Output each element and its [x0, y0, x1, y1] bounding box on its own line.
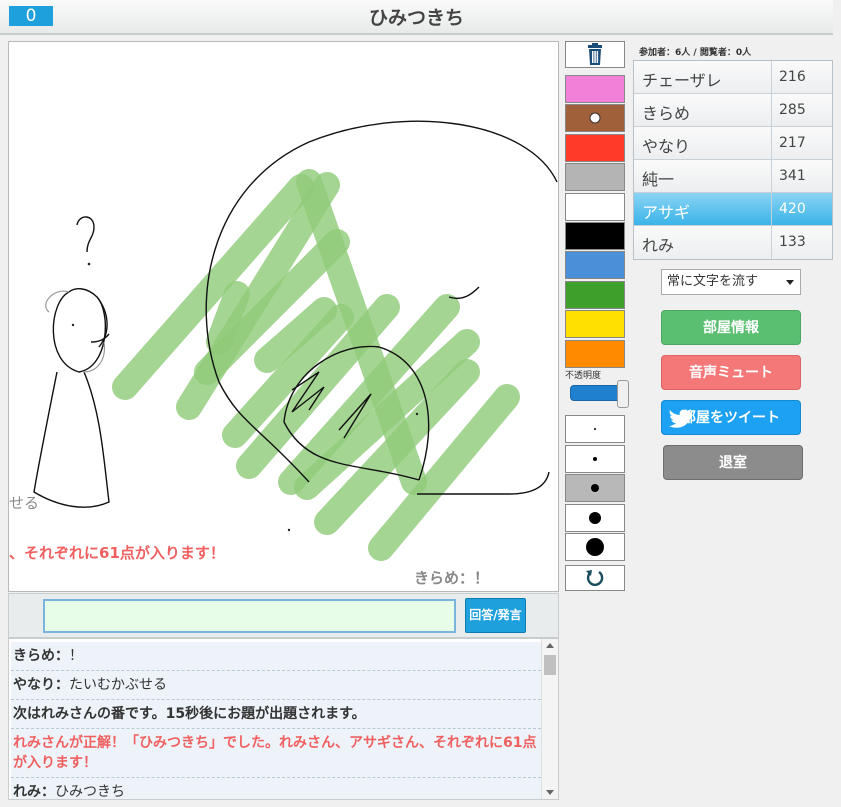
player-score: 217: [771, 127, 833, 160]
color-swatch[interactable]: [565, 310, 625, 339]
player-score: 341: [771, 160, 833, 193]
color-swatch[interactable]: [565, 75, 625, 103]
color-swatch[interactable]: [565, 163, 625, 192]
player-name: チェーザレ: [642, 71, 722, 90]
player-name: アサギ: [642, 203, 691, 222]
chat-system-message: 次はれみさんの番です。15秒後にお題が出題されます。: [11, 700, 541, 729]
player-name: れみ: [642, 236, 675, 255]
trash-icon: [588, 43, 602, 65]
room-info-button[interactable]: 部屋情報: [661, 310, 801, 345]
brush-dot-icon: [591, 484, 599, 492]
header-bar: 0 ひみつきち: [0, 0, 833, 35]
player-row: やなり 217: [634, 127, 832, 160]
color-swatch[interactable]: [565, 339, 625, 368]
tweet-room-button[interactable]: 部屋をツイート: [661, 400, 801, 435]
canvas-drawing: [33, 120, 558, 561]
scroll-thumb[interactable]: [544, 655, 556, 675]
player-score: 133: [771, 226, 833, 259]
answer-input[interactable]: [43, 599, 456, 633]
player-row: アサギ 420: [634, 193, 832, 226]
exit-room-button[interactable]: 退室: [663, 445, 803, 480]
player-row: チェーザレ 216: [634, 61, 832, 94]
color-swatch[interactable]: [565, 133, 625, 162]
scroll-up-arrow-icon[interactable]: [546, 643, 554, 648]
text-flow-select[interactable]: 常に文字を流す: [661, 269, 801, 295]
brush-dot-icon: [594, 428, 596, 430]
opacity-slider-thumb[interactable]: [617, 380, 629, 408]
chevron-down-icon: [786, 280, 794, 285]
color-swatch[interactable]: [565, 192, 625, 221]
tweet-room-label: 部屋をツイート: [682, 410, 780, 426]
answer-submit-button[interactable]: 回答/発言: [465, 598, 526, 633]
player-name: やなり: [642, 137, 691, 156]
player-score: 216: [771, 61, 833, 94]
player-name: 純一: [642, 170, 675, 189]
color-swatch[interactable]: [565, 280, 625, 309]
brush-size-button[interactable]: [565, 533, 625, 561]
brush-size-button[interactable]: [565, 474, 625, 502]
canvas-chat-bubble: きらめ：！: [414, 569, 490, 587]
page-title: ひみつきち: [368, 7, 464, 29]
twitter-bird-icon: [669, 409, 693, 428]
color-swatch[interactable]: [565, 104, 625, 133]
color-swatch[interactable]: [565, 251, 625, 280]
answer-bar: 回答/発言: [8, 593, 559, 638]
brush-dot-icon: [589, 511, 601, 524]
player-list: チェーザレ 216 きらめ 285 やなり 217 純一 341 アサギ 420 れみ 133: [633, 60, 833, 260]
player-row: 純一 341: [634, 160, 832, 193]
canvas-partial-text: せる: [9, 494, 40, 512]
player-name: きらめ: [642, 104, 691, 123]
brush-dot-icon: [593, 456, 597, 461]
mute-sound-button[interactable]: 音声ミュート: [661, 355, 801, 390]
chat-list: きらめ：！ やなり：たいむかぶせる 次はれみさんの番です。15秒後にお題が出題さ…: [11, 642, 541, 799]
player-score: 420: [771, 193, 833, 226]
participant-count: 参加者：6人 / 閲覧者：0人: [639, 48, 752, 58]
clear-canvas-button[interactable]: [565, 41, 625, 68]
chat-correct-message: れみさんが正解！「ひみつきち」でした。れみさん、アサギさん、それぞれに61点が入…: [11, 729, 541, 778]
brush-dot-icon: [586, 538, 604, 556]
text-flow-select-value: 常に文字を流す: [667, 274, 759, 289]
drawing-canvas[interactable]: せる 、それぞれに61点が入ります！ きらめ：！: [8, 41, 559, 592]
opacity-label: 不透明度: [565, 371, 602, 381]
player-score: 285: [771, 94, 833, 127]
chat-message: きらめ：！: [11, 642, 541, 671]
player-row: きらめ 285: [634, 94, 832, 127]
undo-icon: [586, 570, 604, 586]
color-swatch[interactable]: [565, 222, 625, 250]
brush-size-button[interactable]: [565, 444, 625, 473]
chat-log[interactable]: きらめ：！ やなり：たいむかぶせる 次はれみさんの番です。15秒後にお題が出題さ…: [8, 638, 559, 800]
chat-message: れみ：ひみつきち: [11, 778, 541, 799]
selected-color-marker: [589, 112, 601, 124]
player-row: れみ 133: [634, 226, 832, 259]
chat-message: やなり：たいむかぶせる: [11, 671, 541, 700]
brush-size-button[interactable]: [565, 503, 625, 532]
app-root: 0 ひみつきち せる 、それぞれに61点が入ります！ きらめ：！ 回答/発言 き…: [0, 0, 841, 807]
undo-button[interactable]: [565, 565, 625, 591]
canvas-announcement: 、それぞれに61点が入ります！: [9, 544, 225, 562]
brush-size-button[interactable]: [565, 415, 625, 443]
scroll-down-arrow-icon[interactable]: [546, 790, 554, 795]
chat-scrollbar[interactable]: [541, 639, 558, 799]
